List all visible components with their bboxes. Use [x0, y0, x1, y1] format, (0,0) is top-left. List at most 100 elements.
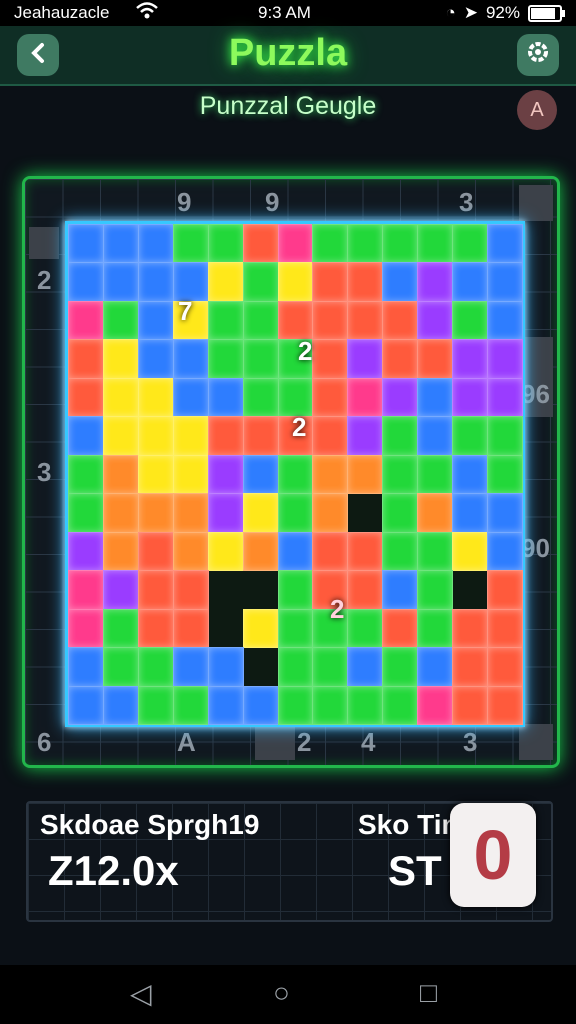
puzzle-piece[interactable]	[68, 416, 104, 456]
puzzle-piece[interactable]	[68, 224, 104, 264]
puzzle-piece[interactable]	[102, 647, 139, 687]
puzzle-piece[interactable]	[312, 493, 349, 533]
puzzle-piece[interactable]	[68, 647, 104, 687]
puzzle-piece[interactable]	[207, 262, 244, 302]
puzzle-piece[interactable]	[207, 454, 244, 495]
puzzle-piece[interactable]	[382, 647, 419, 687]
puzzle-piece[interactable]	[312, 377, 349, 418]
puzzle-piece[interactable]	[277, 685, 314, 725]
puzzle-piece[interactable]	[207, 685, 244, 725]
puzzle-piece[interactable]	[417, 454, 454, 495]
puzzle-piece[interactable]	[452, 339, 489, 379]
puzzle-piece[interactable]	[452, 608, 489, 649]
puzzle-piece[interactable]	[417, 493, 454, 533]
puzzle-piece[interactable]	[68, 493, 104, 533]
puzzle-piece[interactable]	[382, 224, 419, 264]
puzzle-piece[interactable]	[487, 339, 523, 379]
puzzle-piece[interactable]	[172, 224, 209, 264]
puzzle-piece[interactable]	[137, 454, 174, 495]
puzzle-piece[interactable]	[172, 493, 209, 533]
puzzle-piece[interactable]	[487, 608, 523, 649]
puzzle-piece[interactable]	[452, 224, 489, 264]
puzzle-piece[interactable]	[172, 377, 209, 418]
puzzle-piece[interactable]	[312, 339, 349, 379]
puzzle-piece[interactable]	[487, 531, 523, 572]
puzzle-piece[interactable]	[487, 416, 523, 456]
puzzle-piece[interactable]	[242, 454, 279, 495]
puzzle-piece[interactable]	[242, 300, 279, 341]
puzzle-piece[interactable]	[382, 339, 419, 379]
puzzle-piece[interactable]	[347, 262, 384, 302]
puzzle-piece[interactable]	[68, 262, 104, 302]
puzzle-piece[interactable]	[452, 300, 489, 341]
puzzle-piece[interactable]	[452, 493, 489, 533]
puzzle-piece[interactable]	[312, 685, 349, 725]
puzzle-piece[interactable]	[487, 454, 523, 495]
puzzle-piece[interactable]	[277, 531, 314, 572]
puzzle-piece[interactable]	[487, 300, 523, 341]
puzzle-piece[interactable]	[68, 570, 104, 610]
puzzle-piece[interactable]	[452, 454, 489, 495]
puzzle-piece[interactable]	[102, 416, 139, 456]
puzzle-piece[interactable]	[172, 339, 209, 379]
puzzle-piece[interactable]	[137, 416, 174, 456]
puzzle-piece[interactable]	[102, 339, 139, 379]
puzzle-piece[interactable]	[68, 608, 104, 649]
puzzle-piece[interactable]	[382, 685, 419, 725]
puzzle-piece[interactable]	[102, 531, 139, 572]
puzzle-piece[interactable]	[417, 531, 454, 572]
puzzle-piece[interactable]	[382, 416, 419, 456]
puzzle-piece[interactable]	[68, 685, 104, 725]
puzzle-piece[interactable]	[242, 416, 279, 456]
puzzle-piece[interactable]	[312, 300, 349, 341]
puzzle-piece[interactable]	[277, 224, 314, 264]
puzzle-piece[interactable]	[242, 685, 279, 725]
puzzle-piece[interactable]	[242, 262, 279, 302]
puzzle-piece[interactable]	[452, 531, 489, 572]
puzzle-piece[interactable]	[68, 454, 104, 495]
puzzle-piece[interactable]	[102, 454, 139, 495]
puzzle-piece[interactable]	[102, 608, 139, 649]
puzzle-piece[interactable]	[347, 454, 384, 495]
puzzle-piece[interactable]	[417, 416, 454, 456]
puzzle-piece[interactable]	[68, 339, 104, 379]
puzzle-piece[interactable]	[417, 339, 454, 379]
puzzle-piece[interactable]	[382, 454, 419, 495]
puzzle-piece[interactable]	[242, 224, 279, 264]
puzzle-piece[interactable]	[207, 531, 244, 572]
puzzle-piece[interactable]	[312, 262, 349, 302]
puzzle-piece[interactable]	[417, 300, 454, 341]
puzzle-piece[interactable]	[347, 608, 384, 649]
puzzle-piece[interactable]	[102, 262, 139, 302]
puzzle-piece[interactable]	[277, 647, 314, 687]
puzzle-piece[interactable]	[102, 685, 139, 725]
puzzle-piece[interactable]	[102, 377, 139, 418]
puzzle-piece[interactable]	[207, 300, 244, 341]
puzzle-piece[interactable]	[102, 493, 139, 533]
puzzle-piece[interactable]	[347, 339, 384, 379]
puzzle-piece[interactable]	[417, 570, 454, 610]
puzzle-piece[interactable]	[347, 300, 384, 341]
puzzle-piece[interactable]	[382, 262, 419, 302]
puzzle-piece[interactable]	[382, 377, 419, 418]
puzzle-piece[interactable]	[137, 300, 174, 341]
puzzle-piece[interactable]	[487, 685, 523, 725]
puzzle-piece[interactable]	[417, 262, 454, 302]
puzzle-piece[interactable]	[347, 647, 384, 687]
puzzle-piece[interactable]	[312, 531, 349, 572]
puzzle-piece[interactable]	[417, 608, 454, 649]
settings-button[interactable]	[517, 34, 559, 76]
level-badge[interactable]: 0	[450, 803, 536, 907]
puzzle-piece[interactable]	[207, 377, 244, 418]
puzzle-piece[interactable]	[172, 608, 209, 649]
puzzle-piece[interactable]	[137, 570, 174, 610]
puzzle-piece[interactable]	[137, 685, 174, 725]
puzzle-piece[interactable]	[137, 493, 174, 533]
puzzle-piece[interactable]	[137, 224, 174, 264]
puzzle-piece[interactable]	[207, 647, 244, 687]
puzzle-piece[interactable]	[137, 262, 174, 302]
puzzle-piece[interactable]	[452, 377, 489, 418]
puzzle-piece[interactable]	[207, 224, 244, 264]
puzzle-piece[interactable]	[347, 531, 384, 572]
puzzle-piece[interactable]	[172, 647, 209, 687]
